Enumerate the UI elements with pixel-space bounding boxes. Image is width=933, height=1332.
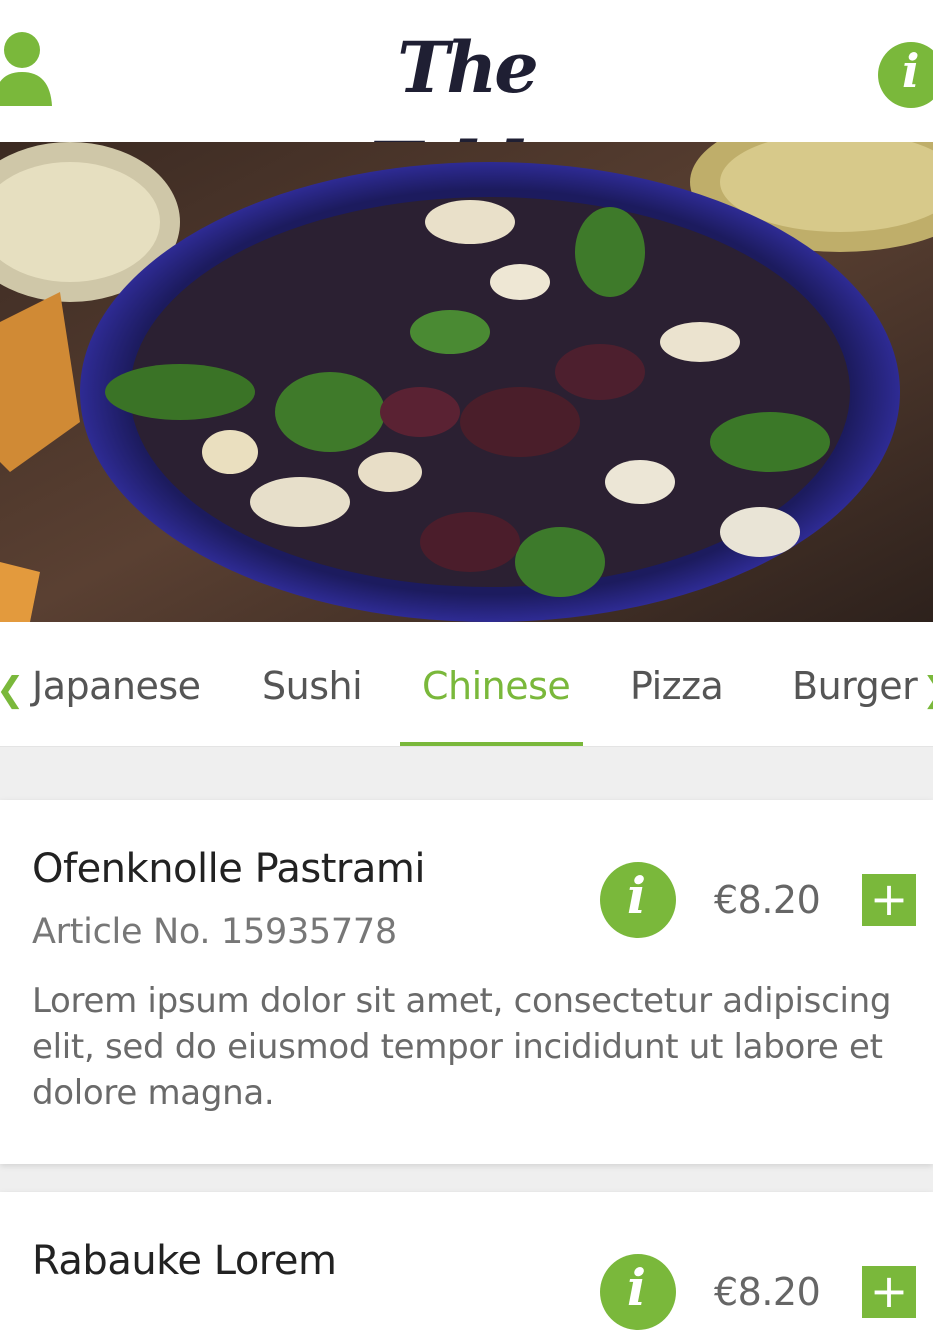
app-header: The Table i [0, 0, 933, 209]
tab-pizza[interactable]: Pizza [630, 662, 724, 710]
item-name: Rabauke Lorem [32, 1238, 337, 1284]
item-description: Lorem ipsum dolor sit amet, consectetur … [32, 981, 892, 1113]
active-tab-indicator [400, 742, 583, 746]
item-info-icon[interactable]: i [600, 1254, 676, 1330]
hero-image [0, 142, 933, 622]
app-logo: The Table [300, 8, 633, 209]
chevron-left-icon[interactable]: ❮ [0, 670, 25, 710]
info-icon[interactable]: i [878, 42, 933, 108]
chevron-right-icon[interactable]: ❯ [922, 670, 933, 710]
item-price: €8.20 [714, 878, 821, 922]
user-icon[interactable] [0, 28, 60, 108]
add-to-cart-button[interactable]: + [862, 874, 916, 926]
info-glyph: i [902, 44, 920, 98]
item-price: €8.20 [714, 1270, 821, 1314]
tab-burger[interactable]: Burger [792, 662, 918, 710]
menu-item-card: Rabauke Lorem i €8.20 + [0, 1192, 933, 1332]
category-tabs: ❮ Japanese Sushi Chinese Pizza Burger ❯ [0, 622, 933, 747]
tab-chinese[interactable]: Chinese [422, 662, 571, 710]
item-article-number: Article No. 15935778 [32, 912, 397, 952]
item-info-icon[interactable]: i [600, 862, 676, 938]
info-glyph: i [627, 1258, 646, 1317]
tab-sushi[interactable]: Sushi [262, 662, 363, 710]
tab-japanese[interactable]: Japanese [32, 662, 201, 710]
info-glyph: i [627, 866, 646, 925]
item-name: Ofenknolle Pastrami [32, 846, 425, 892]
add-to-cart-button[interactable]: + [862, 1266, 916, 1318]
menu-item-card: Ofenknolle Pastrami Article No. 15935778… [0, 800, 933, 1164]
